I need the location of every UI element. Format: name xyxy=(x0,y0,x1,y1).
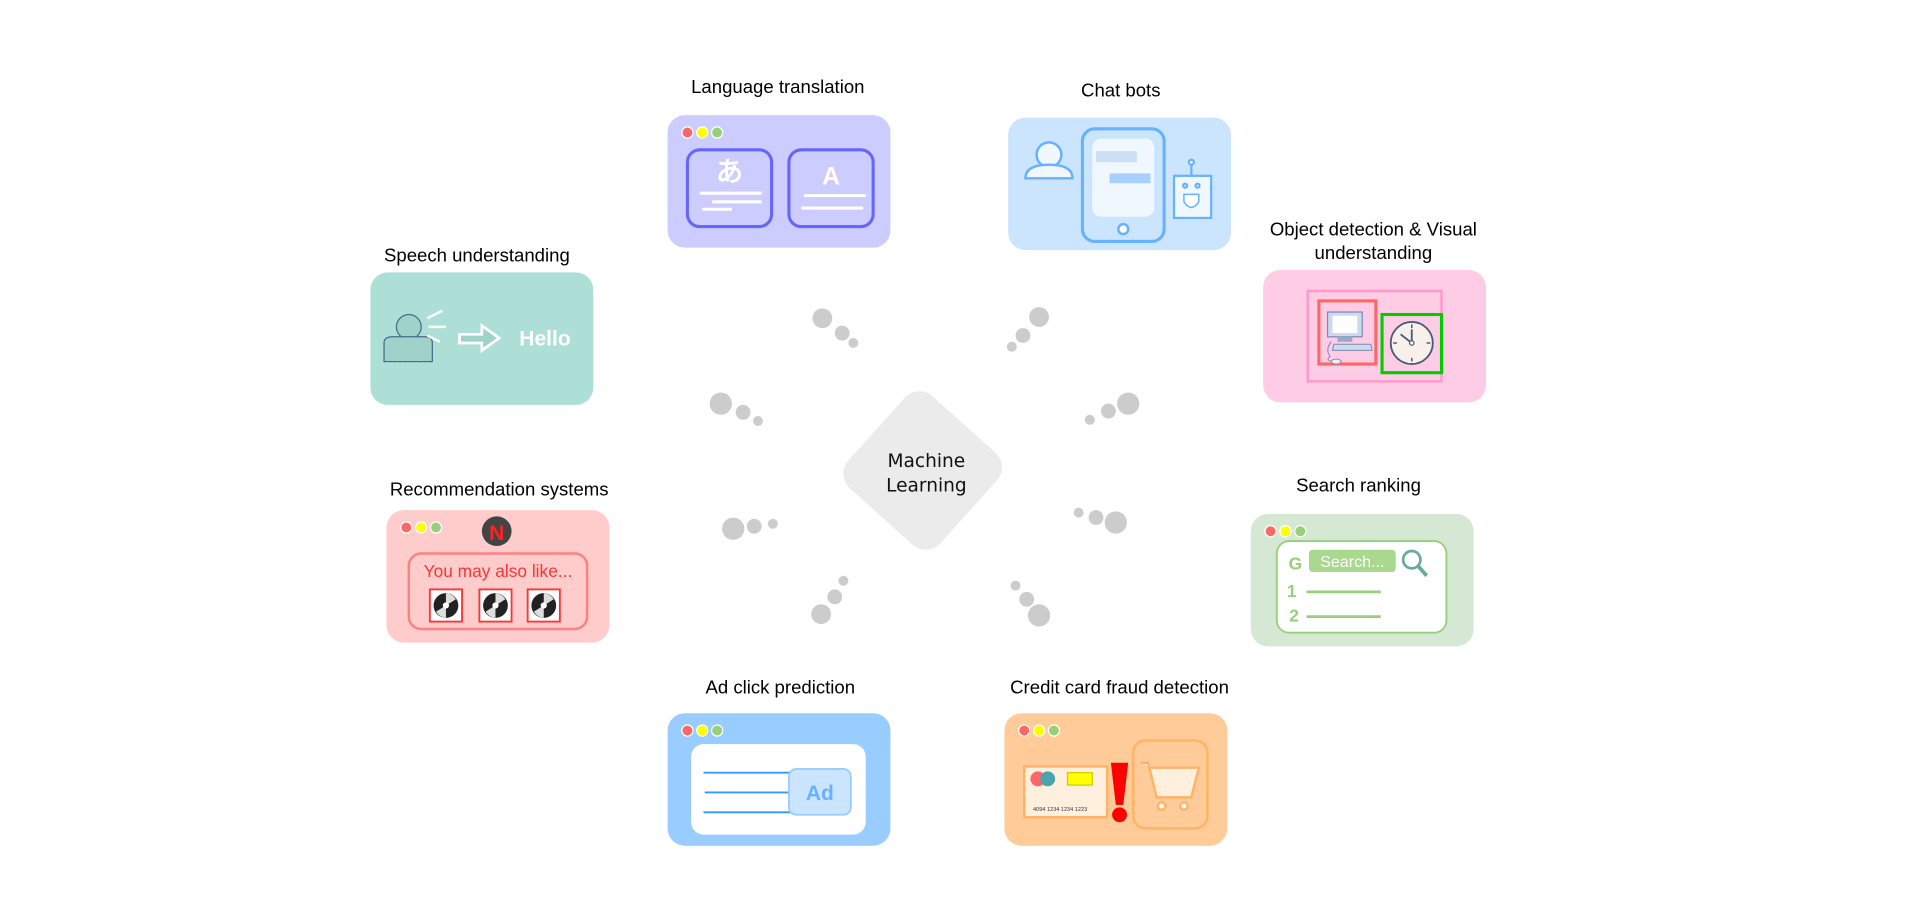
dot xyxy=(811,604,832,625)
dot xyxy=(1019,591,1035,607)
window-controls-icon xyxy=(400,521,443,534)
language-translation-label: Language translation xyxy=(691,76,864,97)
chat-bots-card xyxy=(1008,117,1231,251)
dot xyxy=(1084,414,1095,425)
dot xyxy=(735,404,751,420)
google-logo: G xyxy=(1289,554,1302,574)
dot xyxy=(834,325,850,341)
ad-text: Ad xyxy=(806,782,834,805)
ad-click-prediction-label: Ad click prediction xyxy=(705,676,855,697)
window-controls-icon xyxy=(681,126,724,139)
machine-learning-node: Machine Learning xyxy=(843,391,1002,550)
disc-icon xyxy=(478,588,513,623)
dot xyxy=(1010,580,1021,591)
speech-understanding-card: Hello xyxy=(370,272,594,405)
ad-click-prediction-card: Ad xyxy=(667,713,891,846)
fraud-detection-label: Credit card fraud detection xyxy=(1010,676,1229,697)
recommendation-text: You may also like... xyxy=(424,561,573,581)
dot xyxy=(767,518,778,529)
center-label-line2: Learning xyxy=(886,476,967,497)
source-glyph: あ xyxy=(716,156,743,187)
dot xyxy=(827,589,843,605)
rank-1: 1 xyxy=(1287,581,1297,601)
dot xyxy=(1027,604,1051,627)
dot xyxy=(1117,392,1140,415)
center-label-line1: Machine xyxy=(888,451,966,472)
search-ranking-card: G Search... 1 2 xyxy=(1250,513,1474,647)
dot xyxy=(746,518,762,534)
netflix-logo-letter: N xyxy=(489,522,504,545)
dot xyxy=(1015,328,1031,343)
window-controls-icon xyxy=(681,724,724,737)
target-glyph: A xyxy=(822,163,840,190)
dot xyxy=(848,338,859,348)
dot xyxy=(812,308,833,329)
dot xyxy=(753,416,763,426)
search-ranking-label: Search ranking xyxy=(1296,475,1421,496)
dot xyxy=(1073,507,1084,518)
phone-icon xyxy=(1080,127,1166,244)
hello-text: Hello xyxy=(519,327,571,350)
dot xyxy=(722,517,745,540)
window-controls-icon xyxy=(1264,525,1307,538)
rank-2: 2 xyxy=(1289,606,1299,626)
object-detection-label-line2: understanding xyxy=(1315,242,1433,263)
clock-icon xyxy=(1389,321,1434,365)
speech-understanding-label: Speech understanding xyxy=(384,244,570,265)
ml-applications-diagram: Machine Learning Language translation あ … xyxy=(370,76,1487,846)
fraud-detection-card: 4094 1234 1234 1223 ! xyxy=(1004,713,1228,846)
dot xyxy=(1029,307,1049,327)
dot xyxy=(1088,510,1104,526)
disc-icon xyxy=(428,588,463,623)
dot xyxy=(1100,403,1116,419)
dot xyxy=(709,392,732,415)
recommendation-systems-label: Recommendation systems xyxy=(390,478,609,499)
window-controls-icon xyxy=(1018,724,1061,737)
disc-icon xyxy=(526,588,561,623)
object-detection-card xyxy=(1263,269,1487,403)
object-detection-label-line1: Object detection & Visual xyxy=(1270,218,1477,239)
card-number: 4094 1234 1234 1223 xyxy=(1033,807,1087,813)
search-bar-text: Search... xyxy=(1320,553,1384,571)
language-translation-card: あ A xyxy=(667,115,891,248)
credit-card-icon: 4094 1234 1234 1223 xyxy=(1022,765,1109,819)
dot xyxy=(1006,341,1017,352)
recommendation-systems-card: N You may also like... xyxy=(386,510,610,643)
chat-bots-label: Chat bots xyxy=(1081,80,1160,101)
dot xyxy=(838,575,849,586)
dot xyxy=(1104,511,1127,534)
